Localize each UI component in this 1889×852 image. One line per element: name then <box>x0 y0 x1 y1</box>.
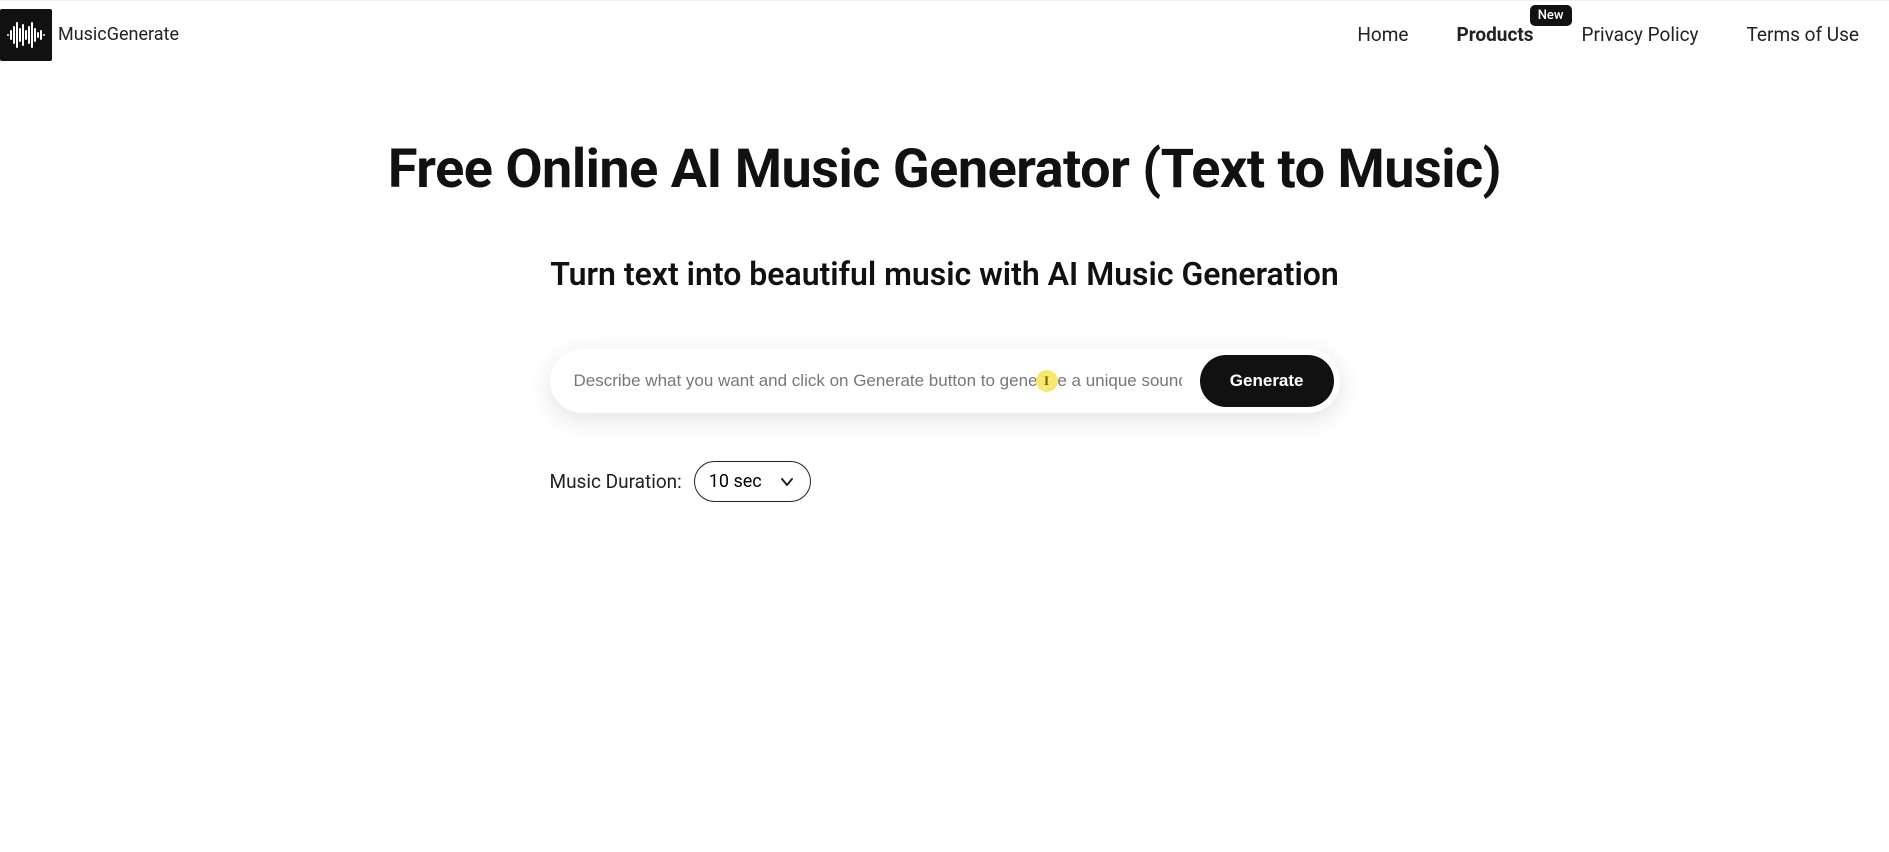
nav-home[interactable]: Home <box>1357 23 1408 46</box>
text-cursor-icon: I <box>1036 370 1058 392</box>
nav: Home Products New Privacy Policy Terms o… <box>1357 23 1859 46</box>
nav-products-label: Products <box>1456 23 1533 46</box>
page-subtitle: Turn text into beautiful music with AI M… <box>550 255 1339 293</box>
logo-icon <box>0 9 52 61</box>
prompt-container: I Generate <box>550 349 1340 413</box>
duration-row: Music Duration: 10 sec <box>550 461 1340 502</box>
header: MusicGenerate Home Products New Privacy … <box>0 0 1889 68</box>
chevron-down-icon <box>780 475 794 489</box>
nav-products[interactable]: Products New <box>1456 23 1533 46</box>
input-wrapper: I <box>556 357 1200 405</box>
brand-name: MusicGenerate <box>58 24 179 45</box>
duration-select[interactable]: 10 sec <box>694 461 811 502</box>
logo-section[interactable]: MusicGenerate <box>0 9 179 61</box>
duration-label: Music Duration: <box>550 470 682 493</box>
nav-terms[interactable]: Terms of Use <box>1747 23 1859 46</box>
generate-button[interactable]: Generate <box>1200 355 1334 407</box>
main-content: Free Online AI Music Generator (Text to … <box>172 68 1717 502</box>
new-badge: New <box>1530 5 1572 26</box>
duration-value: 10 sec <box>709 471 762 492</box>
prompt-input[interactable] <box>556 357 1200 405</box>
nav-privacy[interactable]: Privacy Policy <box>1582 23 1699 46</box>
page-title: Free Online AI Music Generator (Text to … <box>388 138 1501 201</box>
